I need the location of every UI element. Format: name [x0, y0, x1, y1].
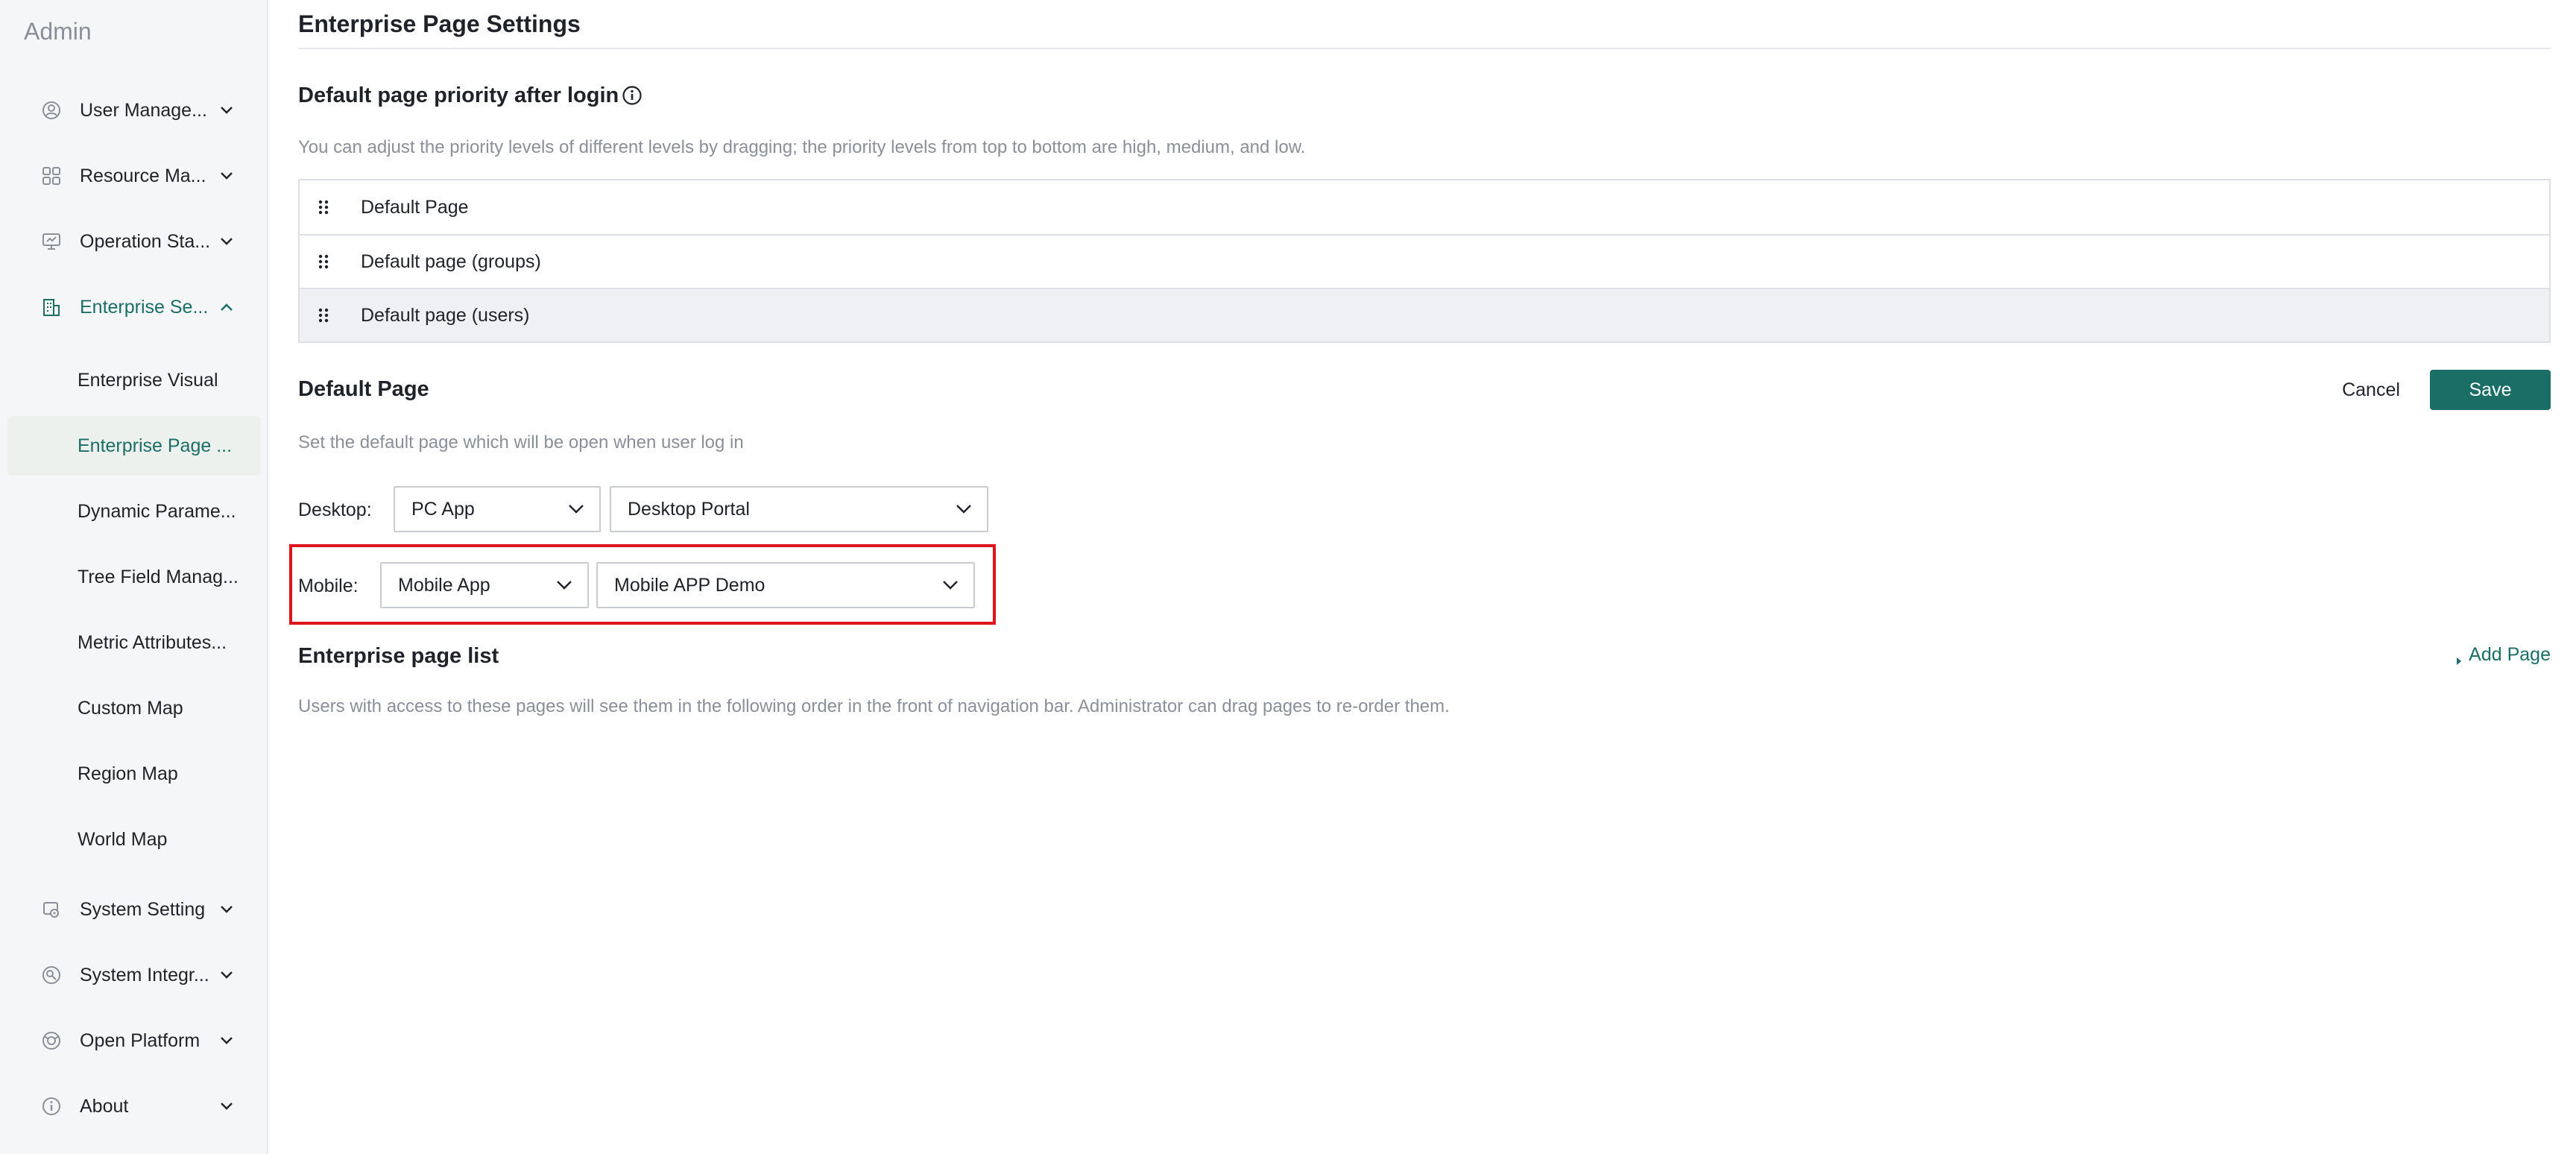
sidebar-subitem-label: Region Map: [78, 763, 178, 784]
settings-icon: [40, 898, 63, 921]
sidebar-item-label: Open Platform: [80, 1030, 201, 1051]
drag-handle-icon[interactable]: [316, 306, 331, 324]
select-value: Mobile App: [398, 574, 490, 596]
brand-title: Admin: [24, 18, 92, 45]
integration-icon: [40, 964, 63, 986]
sidebar-item-open-platform[interactable]: Open Platform: [0, 1011, 267, 1071]
sidebar-subitem-dynamic-parameters[interactable]: Dynamic Parame...: [0, 482, 267, 541]
desktop-page-select[interactable]: Desktop Portal: [610, 486, 988, 532]
sidebar-item-label: Enterprise Se...: [80, 296, 209, 318]
cancel-button[interactable]: Cancel: [2323, 370, 2419, 410]
chevron-down-icon: [218, 101, 236, 119]
mobile-app-select[interactable]: Mobile App: [380, 562, 589, 608]
desktop-label: Desktop:: [298, 499, 372, 520]
main-content: Enterprise Page Settings Default page pr…: [289, 0, 2551, 1154]
sidebar-item-label: Resource Ma...: [80, 165, 206, 186]
page-list-section-title: Enterprise page list: [298, 644, 499, 668]
sidebar-item-label: About: [80, 1095, 129, 1117]
building-icon: [40, 296, 63, 318]
priority-row-label: Default Page: [361, 196, 469, 218]
sidebar-item-system-integration[interactable]: System Integr...: [0, 945, 267, 1005]
priority-row-label: Default page (groups): [361, 250, 541, 272]
select-value: PC App: [411, 498, 475, 520]
caret-right-icon: [2455, 650, 2463, 665]
select-value: Mobile APP Demo: [614, 574, 765, 596]
sidebar-subitem-label: World Map: [78, 828, 168, 850]
sidebar-item-label: System Setting: [80, 898, 206, 920]
page-list-description: Users with access to these pages will se…: [298, 696, 1450, 716]
sidebar-subitem-enterprise-page[interactable]: Enterprise Page ...: [7, 416, 261, 476]
info-icon: [40, 1095, 63, 1117]
sidebar-subitem-label: Enterprise Page ...: [78, 435, 233, 456]
sidebar-subitem-label: Metric Attributes...: [78, 631, 227, 653]
grid-icon: [40, 165, 63, 187]
priority-description: You can adjust the priority levels of di…: [298, 137, 1306, 157]
priority-row[interactable]: Default page (groups): [300, 234, 2549, 288]
mobile-label: Mobile:: [298, 576, 359, 596]
chevron-down-icon: [218, 901, 236, 918]
title-divider: [298, 48, 2551, 49]
add-page-link[interactable]: Add Page: [2455, 644, 2551, 666]
priority-row-label: Default page (users): [361, 304, 530, 326]
sidebar-subitem-region-map[interactable]: Region Map: [0, 744, 267, 804]
platform-icon: [40, 1030, 63, 1052]
chevron-down-icon: [941, 576, 960, 595]
default-page-section-title: Default Page: [298, 377, 429, 401]
add-page-label: Add Page: [2469, 644, 2551, 665]
sidebar-subitem-label: Custom Map: [78, 697, 183, 719]
sidebar-item-enterprise-settings[interactable]: Enterprise Se...: [0, 277, 267, 337]
chevron-up-icon: [218, 298, 236, 316]
drag-handle-icon[interactable]: [316, 253, 331, 271]
priority-row[interactable]: Default Page: [300, 180, 2549, 234]
select-value: Desktop Portal: [628, 498, 750, 520]
chevron-down-icon: [566, 499, 586, 519]
sidebar-item-about[interactable]: About: [0, 1076, 267, 1136]
priority-row[interactable]: Default page (users): [300, 288, 2549, 341]
chevron-down-icon: [218, 1097, 236, 1115]
sidebar-subitem-enterprise-visual[interactable]: Enterprise Visual: [0, 350, 267, 410]
info-icon[interactable]: [622, 85, 643, 106]
chevron-down-icon: [555, 576, 574, 595]
desktop-app-select[interactable]: PC App: [394, 486, 601, 532]
sidebar-item-label: Operation Sta...: [80, 230, 211, 252]
sidebar-item-system-setting[interactable]: System Setting: [0, 880, 267, 939]
chevron-down-icon: [218, 167, 236, 185]
sidebar-item-label: System Integr...: [80, 964, 209, 986]
sidebar-subitem-tree-field-management[interactable]: Tree Field Manag...: [0, 547, 267, 607]
priority-list: Default Page Default page (groups) Defau…: [298, 179, 2551, 343]
monitor-icon: [40, 230, 63, 253]
sidebar-item-label: User Manage...: [80, 99, 207, 121]
sidebar-subitem-label: Dynamic Parame...: [78, 500, 236, 522]
user-icon: [40, 99, 63, 122]
mobile-page-select[interactable]: Mobile APP Demo: [596, 562, 975, 608]
sidebar-subitem-custom-map[interactable]: Custom Map: [0, 678, 267, 738]
sidebar-item-user-management[interactable]: User Manage...: [0, 81, 267, 140]
default-page-description: Set the default page which will be open …: [298, 432, 744, 453]
sidebar-subitem-metric-attributes[interactable]: Metric Attributes...: [0, 613, 267, 672]
priority-section-title: Default page priority after login: [298, 83, 619, 107]
drag-handle-icon[interactable]: [316, 198, 331, 216]
chevron-down-icon: [218, 1032, 236, 1050]
sidebar: Admin User Manage... Resource Ma... Oper…: [0, 0, 268, 1154]
sidebar-subitem-label: Tree Field Manag...: [78, 566, 239, 587]
sidebar-item-resource-management[interactable]: Resource Ma...: [0, 146, 267, 206]
chevron-down-icon: [218, 966, 236, 984]
sidebar-subitem-label: Enterprise Visual: [78, 369, 218, 391]
page-title: Enterprise Page Settings: [298, 10, 581, 37]
sidebar-item-operation-statistics[interactable]: Operation Sta...: [0, 212, 267, 271]
chevron-down-icon: [954, 499, 973, 519]
chevron-down-icon: [218, 233, 236, 250]
sidebar-subitem-world-map[interactable]: World Map: [0, 810, 267, 869]
save-button[interactable]: Save: [2430, 370, 2551, 410]
